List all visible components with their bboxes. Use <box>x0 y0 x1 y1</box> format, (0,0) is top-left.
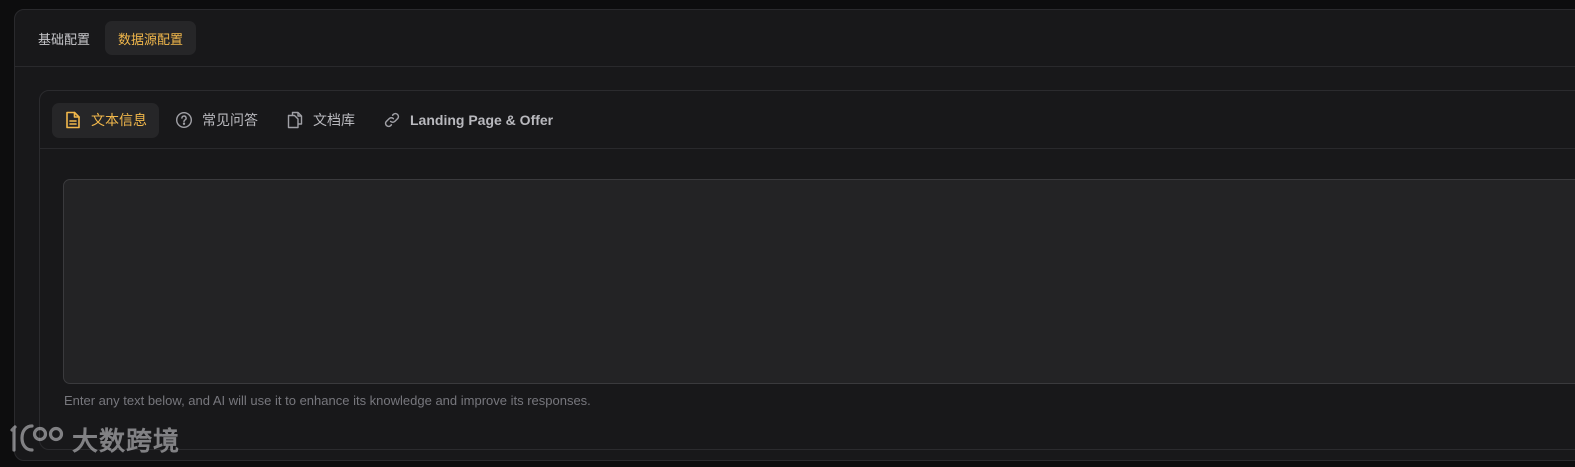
watermark-text: 大数跨境 <box>72 426 181 457</box>
tab-basic-config-label: 基础配置 <box>38 32 91 48</box>
tab-data-source-config[interactable]: 数据源配置 <box>105 21 197 55</box>
tab-document-library[interactable]: 文档库 <box>274 103 367 138</box>
link-icon <box>383 111 401 129</box>
tab-data-source-config-label: 数据源配置 <box>118 32 184 48</box>
tab-landing-page-offer-label: Landing Page & Offer <box>410 112 554 128</box>
top-divider <box>15 66 1575 67</box>
data-source-card: 文本信息 常见问答 文档库 Landing Page & Offer Enter… <box>39 90 1575 450</box>
document-icon <box>64 111 82 129</box>
tab-basic-config[interactable]: 基础配置 <box>25 21 103 55</box>
tab-text-info[interactable]: 文本信息 <box>52 102 159 138</box>
copy-icon <box>286 111 304 129</box>
tab-faq-label: 常见问答 <box>202 113 258 129</box>
tab-landing-page-offer[interactable]: Landing Page & Offer <box>371 103 565 138</box>
config-panel: 基础配置 数据源配置 文本信息 常见问答 文档库 Landing Page & … <box>14 9 1575 461</box>
sub-divider <box>40 148 1575 149</box>
tab-faq[interactable]: 常见问答 <box>163 103 270 138</box>
tab-text-info-label: 文本信息 <box>91 113 147 129</box>
question-circle-icon <box>175 111 193 129</box>
sub-tab-bar: 文本信息 常见问答 文档库 Landing Page & Offer <box>52 102 569 138</box>
text-info-input[interactable] <box>63 179 1575 384</box>
watermark: 大数跨境 <box>10 420 180 458</box>
top-tab-bar: 基础配置 数据源配置 <box>25 20 198 56</box>
text-info-hint: Enter any text below, and AI will use it… <box>64 393 591 408</box>
watermark-logo-icon <box>10 420 66 458</box>
tab-document-library-label: 文档库 <box>313 113 355 129</box>
